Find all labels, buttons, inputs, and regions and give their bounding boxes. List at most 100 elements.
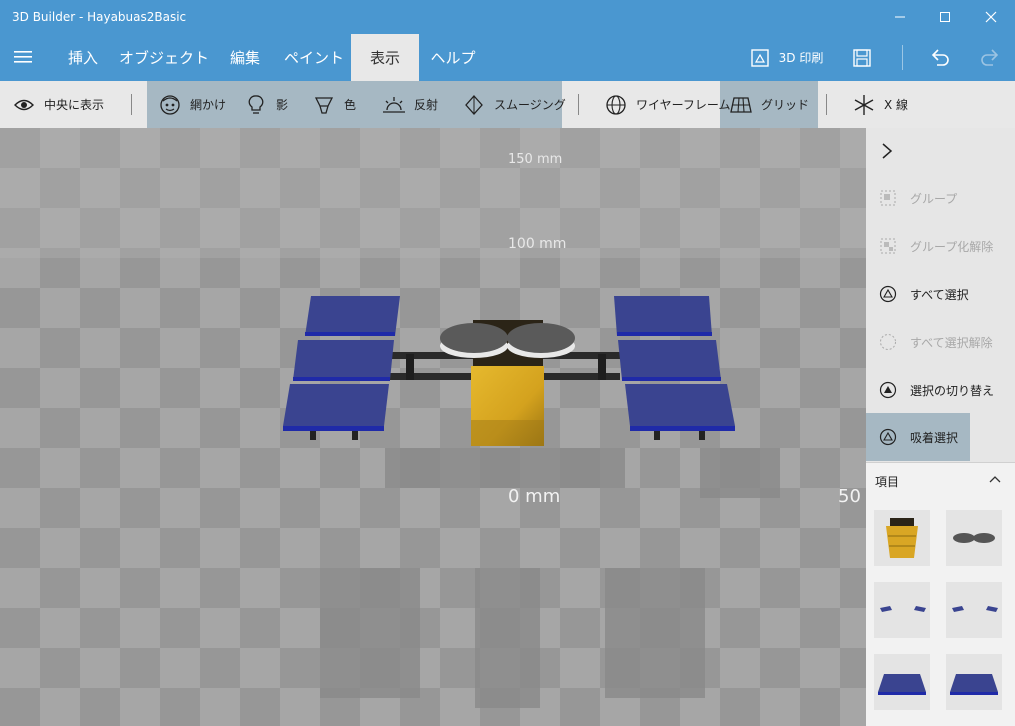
ungroup-button[interactable]: グループ化解除 [866,222,1015,270]
toggle-selection-label: 選択の切り替え [910,383,995,398]
menu-separator [902,45,903,70]
item-thumbnail-panel-b[interactable] [946,582,1002,638]
view-toolbar: 中央に表示 網かけ 影 色 反射 スムージング ワイヤーフレーム グリッド X … [0,81,1015,128]
toolbar-separator [131,94,132,115]
toggle-selection-button[interactable]: 選択の切り替え [866,366,1015,414]
redo-icon [981,48,999,66]
color-label: 色 [344,98,357,112]
scene-canvas: 150 mm 100 mm 0 mm 50 [0,128,866,726]
close-button[interactable] [968,0,1014,34]
grid-button[interactable]: グリッド [729,81,809,128]
print-3d-icon [750,48,769,67]
floor-fade [0,128,866,258]
menu-bar: 挿入 オブジェクト 編集 ペイント 表示 ヘルプ 3D 印刷 [0,34,1015,81]
ruler-label-0: 0 mm [508,486,560,507]
select-all-icon [878,284,898,304]
color-button[interactable]: 色 [312,81,356,128]
select-all-label: すべて選択 [910,287,969,302]
hamburger-icon [14,51,32,63]
ungroup-label: グループ化解除 [910,239,994,254]
deselect-all-button[interactable]: すべて選択解除 [866,318,1015,366]
center-view-button[interactable]: 中央に表示 [12,81,104,128]
dishes-thumbnail [953,533,995,543]
gold-body-thumbnail [886,518,918,558]
items-grid [866,498,1015,726]
items-header[interactable]: 項目 [866,462,1015,498]
eye-icon [12,93,36,117]
asterisk-icon [852,93,876,117]
reflection-button[interactable]: 反射 [382,81,438,128]
undo-button[interactable] [920,34,960,81]
close-icon [985,11,997,23]
chevron-up-icon [989,476,1001,483]
group-label: グループ [910,191,958,206]
diamond-icon [462,93,486,117]
shading-icon [158,93,182,117]
magnet-select-label: 吸着選択 [910,430,959,445]
tab-insert[interactable]: 挿入 [53,34,113,81]
grid-label: グリッド [761,98,810,112]
toolbar-separator [826,94,827,115]
center-view-label: 中央に表示 [44,98,105,112]
items-header-label: 項目 [875,475,900,489]
3d-viewport[interactable]: 150 mm 100 mm 0 mm 50 [0,128,866,726]
panel-thumbnail [952,606,998,612]
shadow-button[interactable]: 影 [244,81,288,128]
globe-icon [604,93,628,117]
magnet-select-button[interactable]: 吸着選択 [866,413,970,461]
ruler-label-150: 150 mm [508,152,562,167]
minimize-button[interactable] [877,0,923,34]
magnet-select-icon [878,427,898,447]
grid-icon [729,93,753,117]
item-thumbnail-panel-a[interactable] [874,582,930,638]
panel-thumbnail [878,674,926,695]
tab-object[interactable]: オブジェクト [116,34,212,81]
xray-button[interactable]: X 線 [852,81,908,128]
ruler-label-100: 100 mm [508,236,566,252]
toolbar-separator [578,94,579,115]
xray-label: X 線 [884,98,909,112]
ungroup-icon [878,236,898,256]
tab-help[interactable]: ヘルプ [421,34,485,81]
tab-edit[interactable]: 編集 [214,34,276,81]
sunrise-icon [382,93,406,117]
shadow-label: 影 [276,98,289,112]
redo-button[interactable] [970,34,1010,81]
paint-bucket-icon [312,93,336,117]
shading-button[interactable]: 網かけ [158,81,226,128]
chevron-right-icon [882,143,893,159]
group-button[interactable]: グループ [866,174,1015,222]
panel-thumbnail [880,606,926,612]
item-thumbnail-panel-c[interactable] [874,654,930,710]
minimize-icon [895,16,905,18]
wireframe-label: ワイヤーフレーム [636,98,731,112]
smoothing-label: スムージング [494,98,566,112]
select-all-button[interactable]: すべて選択 [866,270,1015,318]
window-title: 3D Builder - Hayabuas2Basic [12,10,187,24]
save-button[interactable] [842,34,882,81]
panel-thumbnail [950,674,998,695]
lightbulb-icon [244,93,268,117]
smoothing-button[interactable]: スムージング [462,81,566,128]
print-3d-button[interactable]: 3D 印刷 [740,34,832,81]
maximize-icon [940,12,950,22]
group-icon [878,188,898,208]
tab-view[interactable]: 表示 [351,34,419,81]
reflection-label: 反射 [414,98,439,112]
tab-paint[interactable]: ペイント [279,34,349,81]
deselect-all-label: すべて選択解除 [910,335,993,350]
item-thumbnail-body[interactable] [874,510,930,566]
item-thumbnail-dishes[interactable] [946,510,1002,566]
print-3d-label: 3D 印刷 [778,51,824,65]
item-thumbnail-panel-d[interactable] [946,654,1002,710]
collapse-panel-button[interactable] [866,128,1015,174]
ruler-label-50: 50 [838,486,861,507]
maximize-button[interactable] [922,0,968,34]
deselect-all-icon [878,332,898,352]
hamburger-menu-button[interactable] [8,42,38,72]
wireframe-button[interactable]: ワイヤーフレーム [604,81,731,128]
toggle-selection-icon [878,380,898,400]
shading-label: 網かけ [190,98,227,112]
undo-icon [931,48,949,66]
title-bar: 3D Builder - Hayabuas2Basic [0,0,1015,34]
